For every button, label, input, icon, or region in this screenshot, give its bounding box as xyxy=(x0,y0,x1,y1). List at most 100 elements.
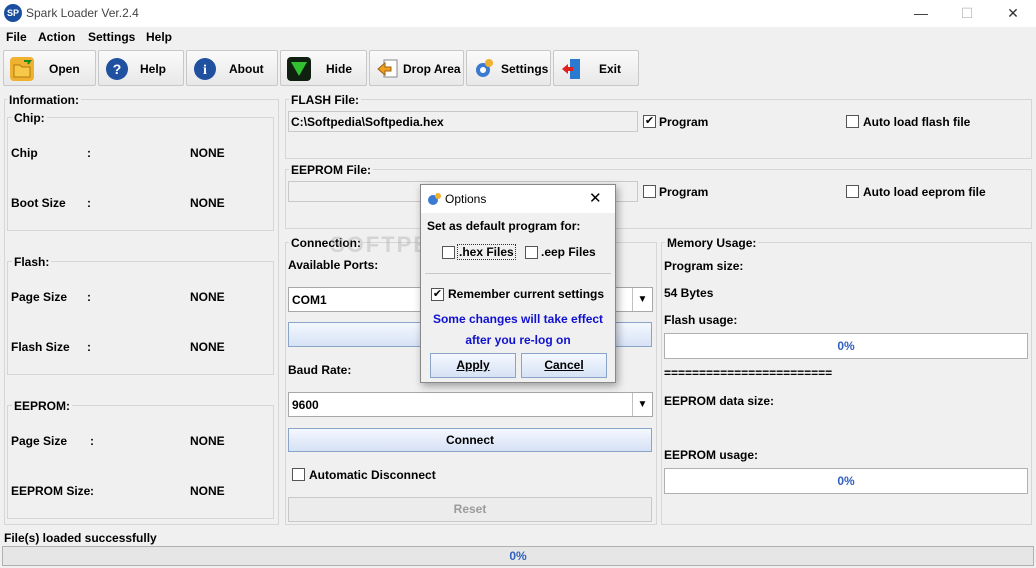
question-icon: ? xyxy=(105,57,129,81)
flash-group xyxy=(7,261,274,375)
apply-button[interactable]: Apply xyxy=(430,353,516,378)
notice-line-2: after you re-log on xyxy=(465,333,571,347)
flash-size-value: NONE xyxy=(190,340,225,354)
eep-files-checkbox[interactable] xyxy=(525,246,538,259)
flash-page-size-colon: : xyxy=(87,290,91,304)
drop-arrow-icon xyxy=(376,57,400,81)
minimize-button[interactable]: — xyxy=(898,0,944,27)
flash-usage-bar: 0% xyxy=(664,333,1028,359)
eeprom-program-label: Program xyxy=(659,185,709,199)
connect-button[interactable]: Connect xyxy=(288,428,652,452)
eeprom-size-value: NONE xyxy=(190,484,225,498)
flash-program-label: Program xyxy=(659,115,709,129)
remember-settings-label: Remember current settings xyxy=(448,287,605,301)
help-button[interactable]: ? Help xyxy=(98,50,184,86)
open-button[interactable]: Open xyxy=(3,50,96,86)
eeprom-page-size-colon: : xyxy=(90,434,94,448)
about-label: About xyxy=(229,62,264,76)
exit-door-icon xyxy=(560,57,584,81)
app-logo-icon: SP xyxy=(4,4,22,22)
folder-open-icon xyxy=(10,57,34,81)
dialog-divider xyxy=(425,273,611,274)
program-size-label: Program size: xyxy=(664,259,744,273)
settings-label: Settings xyxy=(501,62,549,76)
eeprom-usage-bar: 0% xyxy=(664,468,1028,494)
close-button[interactable]: ✕ xyxy=(990,0,1036,27)
eeprom-size-colon: : xyxy=(90,484,94,498)
eeprom-group-title: EEPROM: xyxy=(12,399,73,413)
chevron-down-icon[interactable]: ▼ xyxy=(632,393,652,416)
eeprom-page-size-value: NONE xyxy=(190,434,225,448)
program-size-value: 54 Bytes xyxy=(664,286,714,300)
options-dialog-title: Options xyxy=(445,192,487,206)
drop-area-label: Drop Area xyxy=(403,62,461,76)
reset-button[interactable]: Reset xyxy=(288,497,652,522)
chip-label: Chip xyxy=(11,146,38,160)
eeprom-data-size-label: EEPROM data size: xyxy=(664,394,775,408)
menu-settings[interactable]: Settings xyxy=(88,30,135,44)
settings-button[interactable]: Settings xyxy=(466,50,551,86)
flash-usage-label: Flash usage: xyxy=(664,313,738,327)
eeprom-group xyxy=(7,405,274,519)
baud-label: Baud Rate: xyxy=(288,363,352,377)
options-close-icon[interactable]: ✕ xyxy=(589,189,602,207)
default-program-label: Set as default program for: xyxy=(427,219,581,233)
status-progress-bar: 0% xyxy=(2,546,1034,566)
maximize-button[interactable]: ☐ xyxy=(944,0,990,27)
svg-text:i: i xyxy=(203,63,207,78)
window-title: Spark Loader Ver.2.4 xyxy=(26,6,139,20)
settings-gear-icon xyxy=(471,57,495,81)
hide-arrow-icon xyxy=(287,57,311,81)
flash-program-checkbox[interactable]: ✔ xyxy=(643,115,656,128)
hex-files-checkbox[interactable] xyxy=(442,246,455,259)
notice-line-1: Some changes will take effect xyxy=(432,312,604,326)
flash-size-colon: : xyxy=(87,340,91,354)
information-title: Information: xyxy=(7,93,81,107)
chip-value: NONE xyxy=(190,146,225,160)
menu-help[interactable]: Help xyxy=(146,30,172,44)
options-dialog: Options ✕ Set as default program for: .h… xyxy=(420,184,616,383)
svg-text:?: ? xyxy=(113,61,122,77)
auto-disconnect-checkbox[interactable] xyxy=(292,468,305,481)
flash-page-size-label: Page Size xyxy=(11,290,68,304)
about-button[interactable]: i About xyxy=(186,50,278,86)
menu-action[interactable]: Action xyxy=(38,30,75,44)
baud-select[interactable]: 9600 ▼ xyxy=(288,392,653,417)
title-bar: SP Spark Loader Ver.2.4 — ☐ ✕ xyxy=(0,0,1036,27)
hide-button[interactable]: Hide xyxy=(280,50,367,86)
eeprom-program-checkbox[interactable] xyxy=(643,185,656,198)
flash-size-label: Flash Size xyxy=(11,340,70,354)
memory-separator: ======================== xyxy=(664,366,833,380)
flash-file-title: FLASH File: xyxy=(289,93,361,107)
flash-autoload-checkbox[interactable] xyxy=(846,115,859,128)
exit-label: Exit xyxy=(599,62,622,76)
chip-colon: : xyxy=(87,146,91,160)
menu-file[interactable]: File xyxy=(6,30,27,44)
flash-group-title: Flash: xyxy=(12,255,52,269)
cancel-button[interactable]: Cancel xyxy=(521,353,607,378)
open-label: Open xyxy=(49,62,80,76)
options-dialog-titlebar: Options ✕ xyxy=(421,185,615,213)
options-dialog-icon xyxy=(426,192,442,206)
boot-size-value: NONE xyxy=(190,196,225,210)
eeprom-usage-label: EEPROM usage: xyxy=(664,448,759,462)
eeprom-page-size-label: Page Size xyxy=(11,434,68,448)
port-select-value: COM1 xyxy=(292,293,327,307)
ports-label: Available Ports: xyxy=(288,258,379,272)
remember-settings-checkbox[interactable]: ✔ xyxy=(431,288,444,301)
memory-usage-title: Memory Usage: xyxy=(665,236,759,250)
exit-button[interactable]: Exit xyxy=(553,50,639,86)
boot-size-label: Boot Size xyxy=(11,196,66,210)
flash-page-size-value: NONE xyxy=(190,290,225,304)
chevron-down-icon[interactable]: ▼ xyxy=(632,288,652,311)
eep-files-label: .eep Files xyxy=(541,245,596,259)
drop-area-button[interactable]: Drop Area xyxy=(369,50,464,86)
help-label: Help xyxy=(140,62,167,76)
chip-group xyxy=(7,117,274,231)
hex-files-label: .hex Files xyxy=(457,244,516,260)
eeprom-autoload-checkbox[interactable] xyxy=(846,185,859,198)
flash-file-path[interactable]: C:\Softpedia\Softpedia.hex xyxy=(288,111,638,132)
hide-label: Hide xyxy=(326,62,353,76)
status-text: File(s) loaded successfully xyxy=(4,531,157,545)
auto-disconnect-label: Automatic Disconnect xyxy=(309,468,436,482)
